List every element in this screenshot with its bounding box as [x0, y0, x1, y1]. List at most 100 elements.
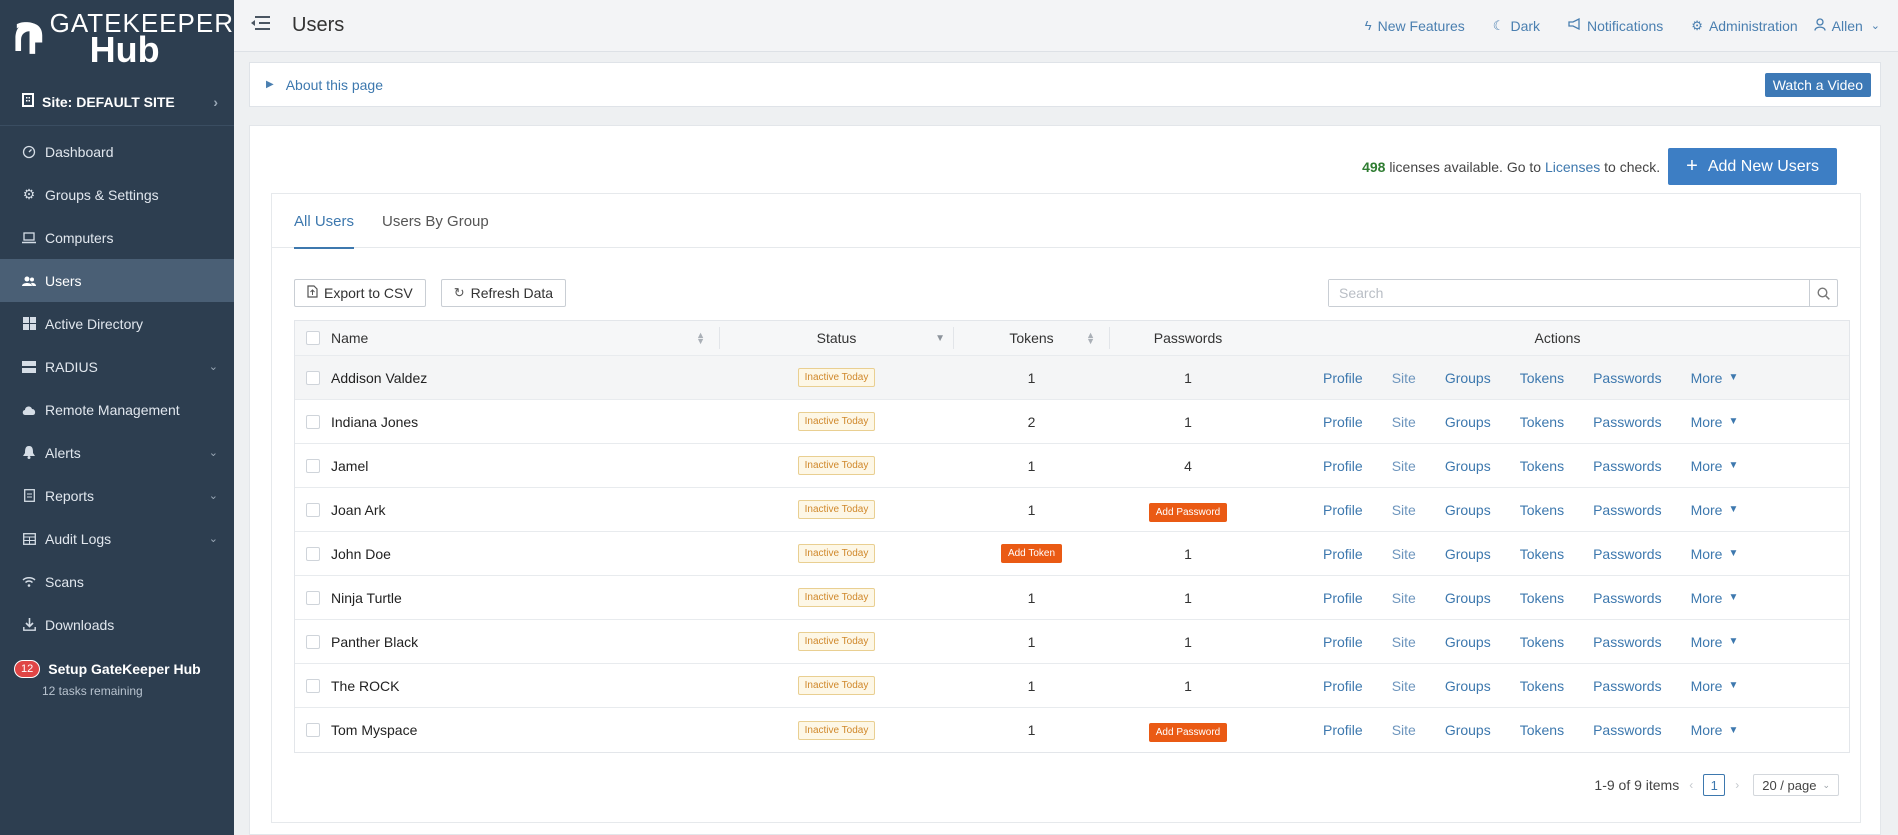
- row-checkbox[interactable]: [306, 723, 320, 737]
- page-size-select[interactable]: 20 / page ⌄: [1753, 774, 1839, 796]
- action-passwords[interactable]: Passwords: [1593, 414, 1661, 430]
- action-more[interactable]: More ▼: [1691, 502, 1739, 518]
- watch-video-button[interactable]: Watch a Video: [1764, 72, 1871, 97]
- logo[interactable]: GATEKEEPER Hub: [0, 0, 234, 78]
- action-groups[interactable]: Groups: [1445, 370, 1491, 386]
- action-tokens[interactable]: Tokens: [1520, 590, 1564, 606]
- action-profile[interactable]: Profile: [1323, 414, 1363, 430]
- user-menu[interactable]: Allen ⌄: [1813, 18, 1880, 34]
- action-more[interactable]: More ▼: [1691, 458, 1739, 474]
- row-checkbox[interactable]: [306, 414, 320, 429]
- sidebar-item-users[interactable]: Users: [0, 259, 234, 302]
- sidebar-item-remote-management[interactable]: Remote Management: [0, 388, 234, 431]
- action-groups[interactable]: Groups: [1445, 590, 1491, 606]
- action-more[interactable]: More ▼: [1691, 414, 1739, 430]
- sidebar-item-alerts[interactable]: Alerts ⌄: [0, 431, 234, 474]
- row-checkbox[interactable]: [306, 546, 320, 561]
- action-profile[interactable]: Profile: [1323, 722, 1363, 738]
- action-passwords[interactable]: Passwords: [1593, 370, 1661, 386]
- action-groups[interactable]: Groups: [1445, 678, 1491, 694]
- prev-page-icon[interactable]: ‹: [1689, 778, 1693, 792]
- next-page-icon[interactable]: ›: [1735, 778, 1739, 792]
- administration-link[interactable]: ⚙ Administration: [1691, 18, 1797, 34]
- action-site[interactable]: Site: [1392, 722, 1416, 738]
- action-groups[interactable]: Groups: [1445, 502, 1491, 518]
- add-password-button[interactable]: Add Password: [1148, 723, 1228, 742]
- tab-all-users[interactable]: All Users: [294, 194, 355, 249]
- select-all-checkbox[interactable]: [306, 331, 320, 345]
- action-passwords[interactable]: Passwords: [1593, 634, 1661, 650]
- notifications-link[interactable]: Notifications: [1568, 18, 1663, 34]
- sidebar-item-audit-logs[interactable]: Audit Logs ⌄: [0, 517, 234, 560]
- row-checkbox[interactable]: [306, 590, 320, 605]
- row-checkbox[interactable]: [306, 678, 320, 693]
- action-site[interactable]: Site: [1392, 590, 1416, 606]
- action-tokens[interactable]: Tokens: [1520, 370, 1564, 386]
- about-this-page-link[interactable]: About this page: [286, 77, 383, 93]
- add-new-users-button[interactable]: + Add New Users: [1668, 148, 1837, 185]
- action-tokens[interactable]: Tokens: [1520, 678, 1564, 694]
- row-checkbox[interactable]: [306, 370, 320, 385]
- action-groups[interactable]: Groups: [1445, 546, 1491, 562]
- action-more[interactable]: More ▼: [1691, 678, 1739, 694]
- row-checkbox[interactable]: [306, 458, 320, 473]
- action-tokens[interactable]: Tokens: [1520, 502, 1564, 518]
- sort-icon[interactable]: ▲ ▼: [696, 331, 719, 346]
- search-icon[interactable]: [1809, 280, 1837, 306]
- action-profile[interactable]: Profile: [1323, 458, 1363, 474]
- add-token-button[interactable]: Add Token: [1000, 544, 1063, 563]
- action-more[interactable]: More ▼: [1691, 634, 1739, 650]
- action-site[interactable]: Site: [1392, 634, 1416, 650]
- refresh-data-button[interactable]: ↻ Refresh Data: [440, 279, 567, 307]
- action-tokens[interactable]: Tokens: [1520, 634, 1564, 650]
- add-password-button[interactable]: Add Password: [1148, 502, 1228, 522]
- action-more[interactable]: More ▼: [1691, 546, 1739, 562]
- action-passwords[interactable]: Passwords: [1593, 546, 1661, 562]
- licenses-link[interactable]: Licenses: [1545, 159, 1600, 175]
- action-profile[interactable]: Profile: [1323, 678, 1363, 694]
- setup-progress[interactable]: 12 Setup GateKeeper Hub 12 tasks remaini…: [0, 646, 234, 698]
- action-passwords[interactable]: Passwords: [1593, 722, 1661, 738]
- sidebar-item-reports[interactable]: Reports ⌄: [0, 474, 234, 517]
- sidebar-item-downloads[interactable]: Downloads: [0, 603, 234, 646]
- action-site[interactable]: Site: [1392, 414, 1416, 430]
- sidebar-item-active-directory[interactable]: Active Directory: [0, 302, 234, 345]
- action-site[interactable]: Site: [1392, 502, 1416, 518]
- action-tokens[interactable]: Tokens: [1520, 722, 1564, 738]
- site-selector[interactable]: Site: DEFAULT SITE ›: [0, 78, 234, 126]
- action-groups[interactable]: Groups: [1445, 458, 1491, 474]
- new-features-link[interactable]: ϟ New Features: [1365, 18, 1465, 34]
- action-more[interactable]: More ▼: [1691, 370, 1739, 386]
- action-site[interactable]: Site: [1392, 458, 1416, 474]
- action-more[interactable]: More ▼: [1691, 590, 1739, 606]
- sidebar-item-dashboard[interactable]: Dashboard: [0, 130, 234, 173]
- action-passwords[interactable]: Passwords: [1593, 590, 1661, 606]
- action-passwords[interactable]: Passwords: [1593, 678, 1661, 694]
- sidebar-item-scans[interactable]: Scans: [0, 560, 234, 603]
- tab-users-by-group[interactable]: Users By Group: [382, 194, 489, 248]
- action-profile[interactable]: Profile: [1323, 502, 1363, 518]
- action-site[interactable]: Site: [1392, 678, 1416, 694]
- search-input[interactable]: [1329, 280, 1809, 306]
- action-passwords[interactable]: Passwords: [1593, 502, 1661, 518]
- action-groups[interactable]: Groups: [1445, 722, 1491, 738]
- action-groups[interactable]: Groups: [1445, 634, 1491, 650]
- action-site[interactable]: Site: [1392, 370, 1416, 386]
- header-tokens[interactable]: Tokens: [1009, 330, 1053, 346]
- action-groups[interactable]: Groups: [1445, 414, 1491, 430]
- filter-icon[interactable]: ▼: [935, 333, 945, 344]
- row-checkbox[interactable]: [306, 634, 320, 649]
- sort-icon[interactable]: ▲ ▼: [1086, 331, 1109, 346]
- action-site[interactable]: Site: [1392, 546, 1416, 562]
- action-passwords[interactable]: Passwords: [1593, 458, 1661, 474]
- page-button[interactable]: 1: [1703, 774, 1726, 796]
- action-profile[interactable]: Profile: [1323, 590, 1363, 606]
- caret-right-icon[interactable]: ▶: [266, 79, 274, 90]
- header-name[interactable]: Name: [331, 330, 368, 346]
- action-tokens[interactable]: Tokens: [1520, 546, 1564, 562]
- export-csv-button[interactable]: Export to CSV: [294, 279, 426, 307]
- dark-mode-toggle[interactable]: ☾ Dark: [1493, 18, 1540, 34]
- row-checkbox[interactable]: [306, 502, 320, 517]
- action-more[interactable]: More ▼: [1691, 722, 1739, 738]
- action-tokens[interactable]: Tokens: [1520, 414, 1564, 430]
